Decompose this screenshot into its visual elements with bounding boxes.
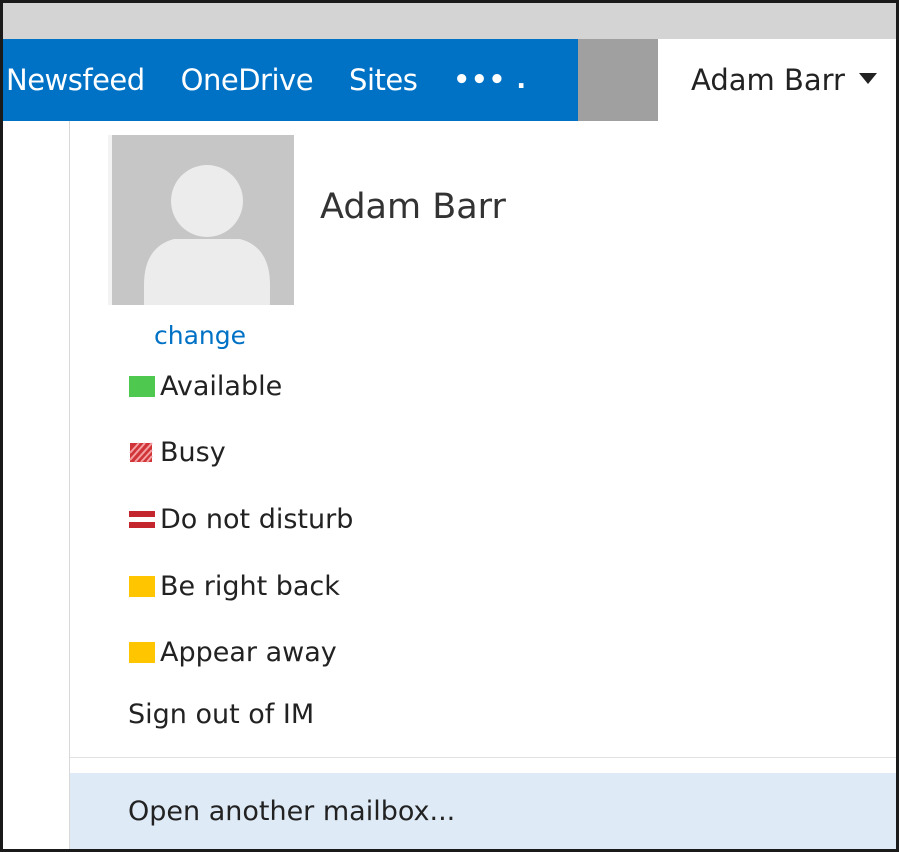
browser-top-bar (3, 3, 896, 39)
nav-spacer (578, 39, 658, 121)
sign-out-im-item[interactable]: Sign out of IM (128, 699, 314, 730)
nav-link-sites[interactable]: Sites (349, 63, 418, 97)
open-another-mailbox-label: Open another mailbox... (128, 795, 456, 827)
open-another-mailbox-item[interactable]: Open another mailbox... (70, 773, 896, 849)
profile-display-name: Adam Barr (320, 187, 506, 227)
status-label: Appear away (160, 636, 337, 668)
status-do-not-disturb[interactable]: Do not disturb (128, 502, 353, 536)
do-not-disturb-icon (129, 510, 155, 528)
more-icon[interactable]: ••• . (453, 65, 527, 95)
status-label: Do not disturb (160, 503, 354, 535)
caret-down-icon[interactable] (858, 72, 877, 84)
appear-away-icon (129, 641, 155, 663)
status-label: Be right back (160, 570, 340, 602)
left-pane-edge (3, 121, 70, 849)
status-label: Available (160, 370, 283, 402)
suite-navbar: Newsfeed OneDrive Sites ••• . (3, 39, 578, 121)
user-dropdown-menu: Adam Barr change Available Busy Do not d… (70, 121, 896, 849)
change-photo-link[interactable]: change (154, 321, 246, 350)
be-right-back-icon (129, 575, 155, 597)
avatar (108, 135, 294, 305)
status-available[interactable]: Available (128, 369, 282, 403)
status-be-right-back[interactable]: Be right back (128, 569, 340, 603)
window-frame: Newsfeed OneDrive Sites ••• . Adam Barr … (0, 0, 899, 852)
user-menu-button[interactable]: Adam Barr (658, 39, 896, 121)
nav-link-onedrive[interactable]: OneDrive (181, 63, 314, 97)
available-icon (129, 375, 155, 397)
nav-link-newsfeed[interactable]: Newsfeed (6, 63, 145, 97)
busy-icon (129, 441, 153, 463)
menu-divider (70, 757, 896, 758)
person-placeholder-icon (112, 135, 294, 305)
user-name-label[interactable]: Adam Barr (691, 63, 845, 97)
status-label: Busy (160, 436, 226, 468)
status-busy[interactable]: Busy (128, 435, 226, 469)
status-appear-away[interactable]: Appear away (128, 635, 337, 669)
